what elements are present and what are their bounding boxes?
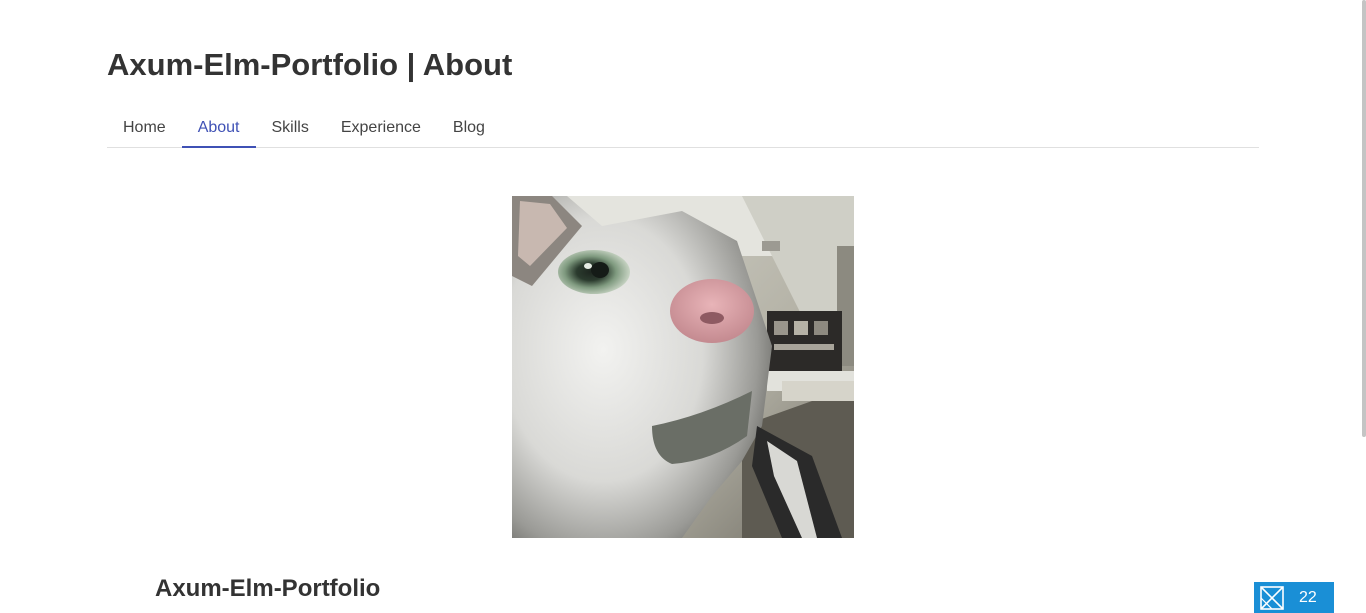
tab-skills[interactable]: Skills <box>256 108 325 147</box>
tab-experience[interactable]: Experience <box>325 108 437 147</box>
section-title: Axum-Elm-Portfolio <box>155 575 381 602</box>
tab-blog[interactable]: Blog <box>437 108 501 147</box>
badge-count: 22 <box>1299 588 1317 606</box>
tab-home[interactable]: Home <box>107 108 182 147</box>
cat-photo <box>512 196 854 538</box>
page-title: Axum-Elm-Portfolio | About <box>107 47 513 82</box>
envelope-logo-icon <box>1259 585 1285 611</box>
page: Axum-Elm-Portfolio | About Home About Sk… <box>0 0 1366 613</box>
tab-about[interactable]: About <box>181 108 256 148</box>
scrollbar[interactable] <box>1362 0 1366 437</box>
nav-tabs: Home About Skills Experience Blog <box>107 108 1259 148</box>
notification-badge[interactable]: 22 <box>1254 582 1334 613</box>
